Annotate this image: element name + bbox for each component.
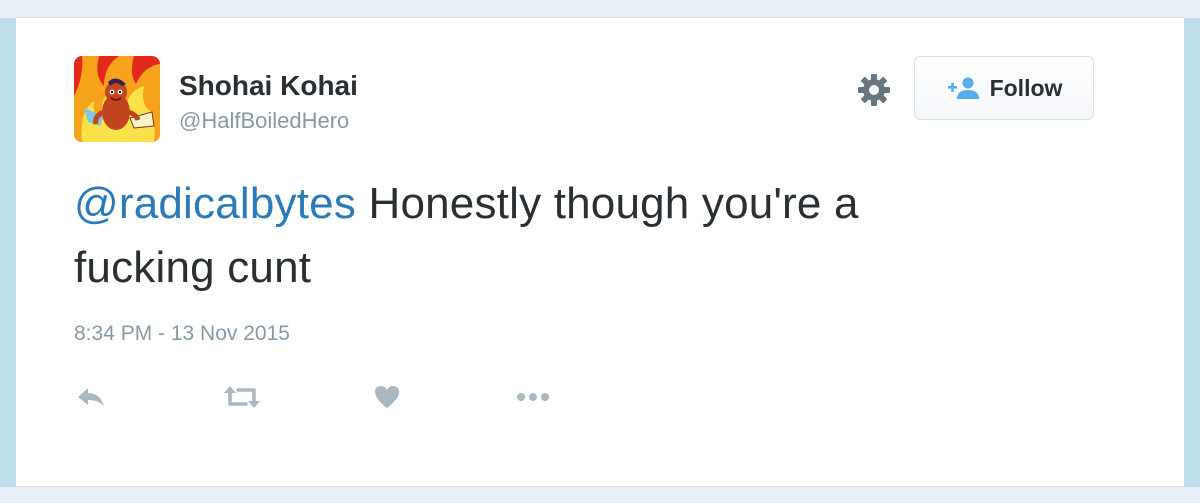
avatar[interactable] — [74, 56, 160, 142]
gear-icon[interactable] — [856, 72, 892, 108]
retweet-icon[interactable] — [222, 382, 262, 412]
heart-icon[interactable] — [372, 382, 402, 412]
flaming-character-avatar-icon — [74, 56, 160, 142]
tweet-text-line2: fucking cunt — [74, 243, 312, 292]
tweet-text: @radicalbytes Honestly though you're a fu… — [74, 172, 1074, 300]
user-handle[interactable]: @HalfBoiledHero — [179, 108, 349, 134]
more-icon[interactable] — [514, 382, 552, 412]
follow-button[interactable]: Follow — [914, 56, 1094, 120]
add-user-icon — [946, 76, 980, 100]
display-name[interactable]: Shohai Kohai — [179, 70, 358, 102]
tweet-text-line1: Honestly though you're a — [356, 179, 859, 228]
page-background-bottom — [0, 487, 1200, 503]
mention-link[interactable]: @radicalbytes — [74, 179, 356, 228]
timestamp[interactable]: 8:34 PM - 13 Nov 2015 — [74, 322, 290, 346]
page-background-top — [0, 0, 1200, 18]
follow-label: Follow — [989, 74, 1063, 101]
reply-icon[interactable] — [74, 382, 108, 412]
